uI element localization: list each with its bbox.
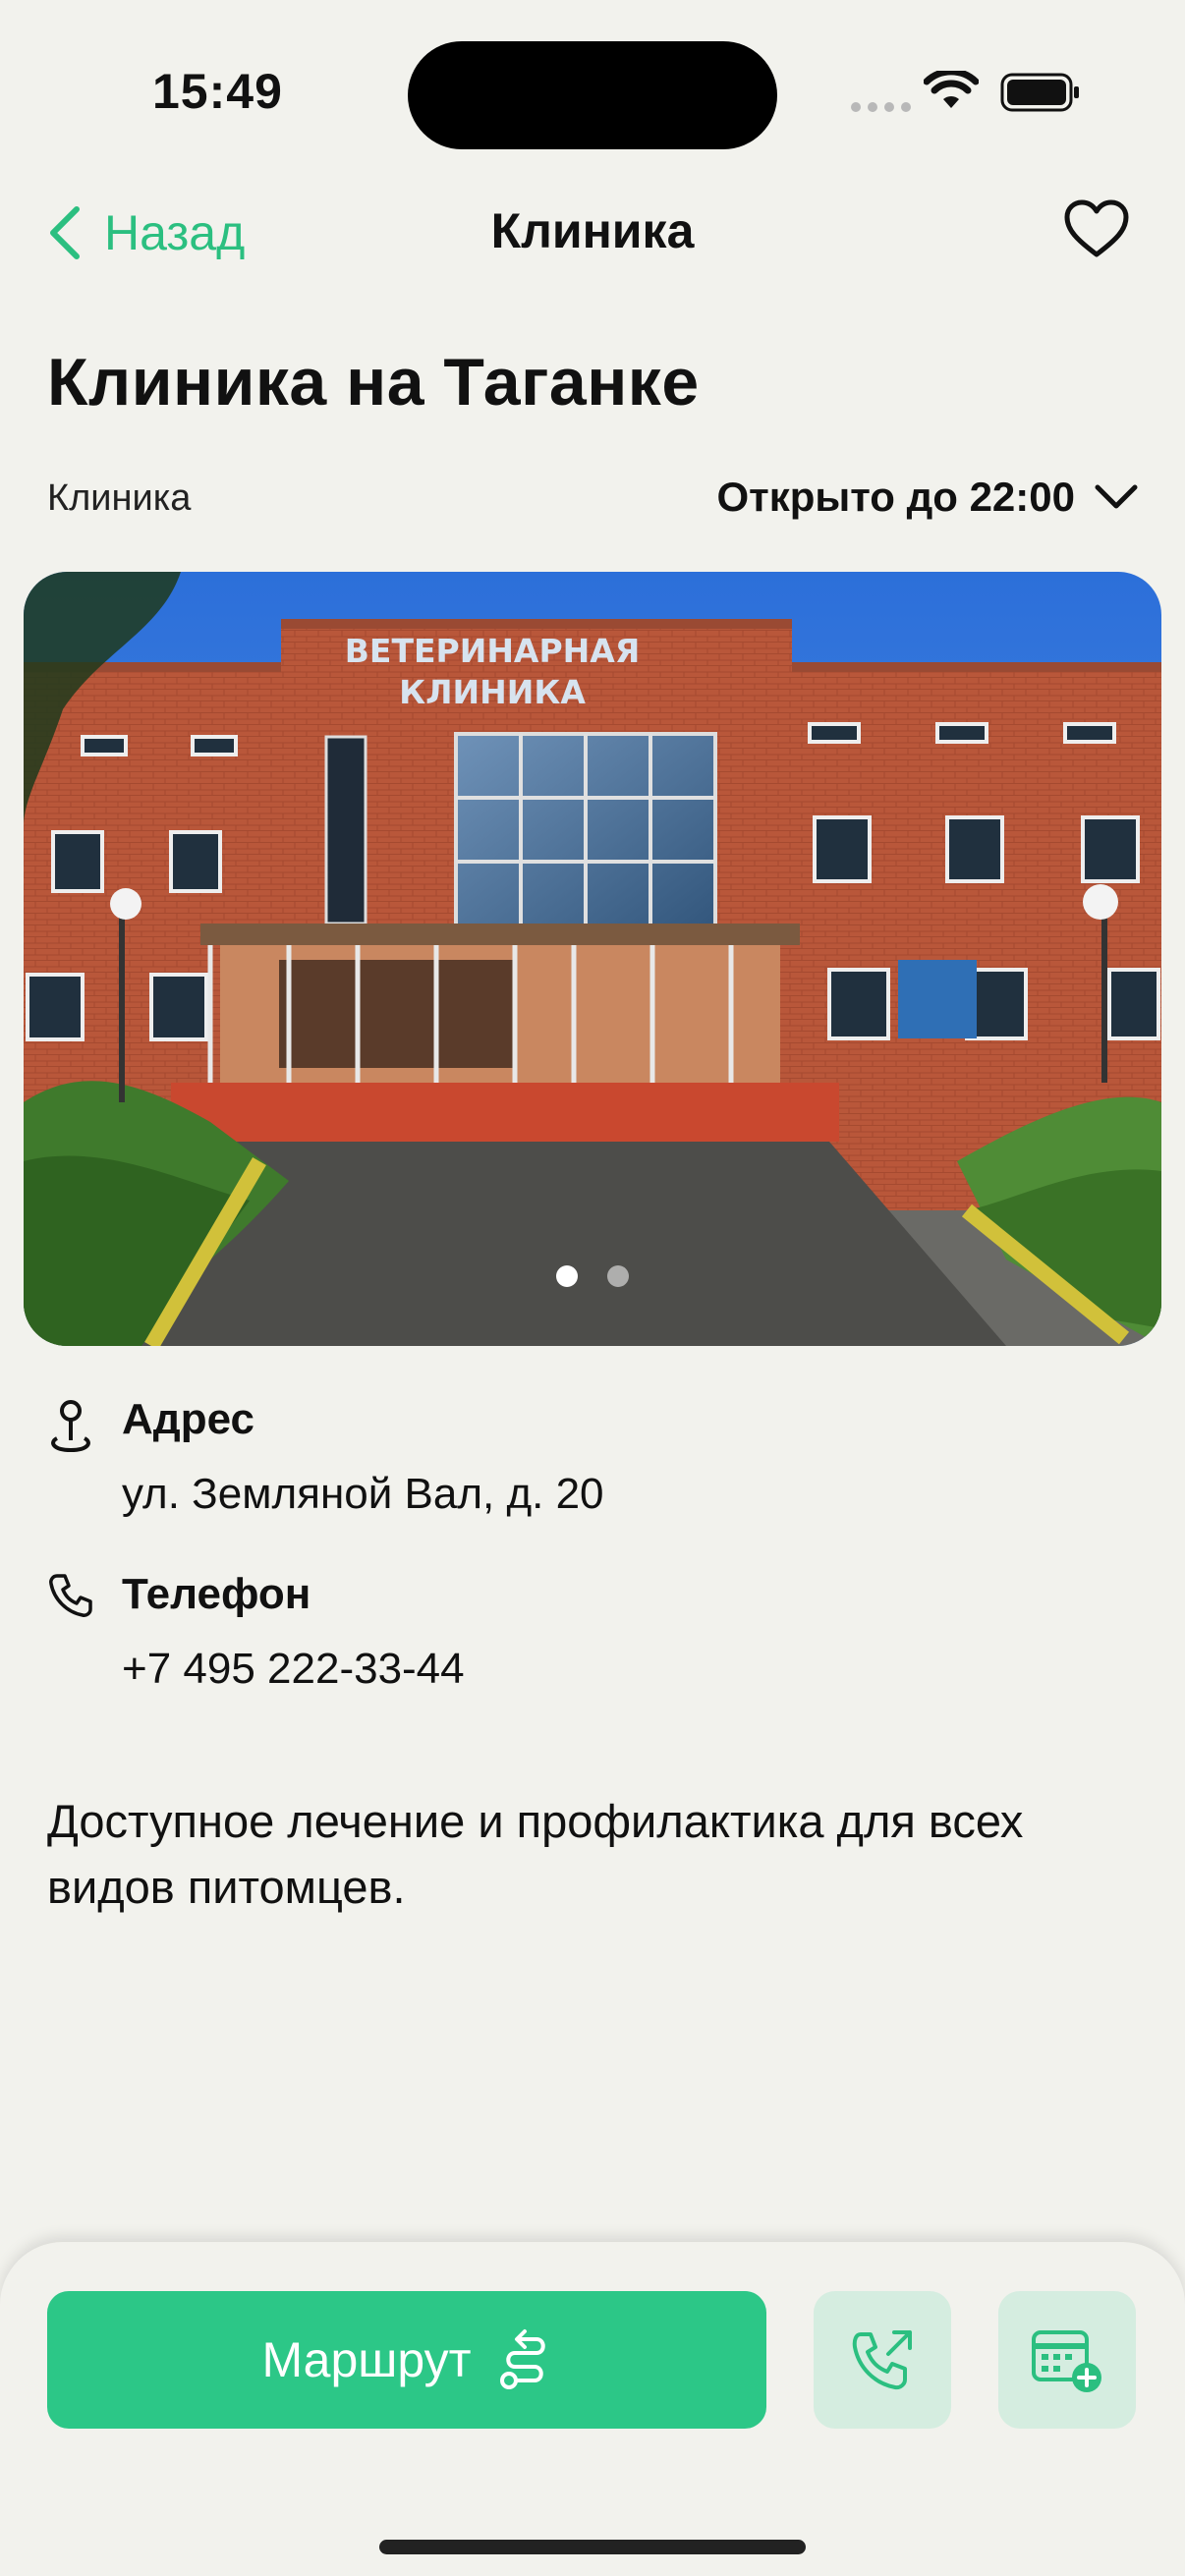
sign-text-1: ВЕТЕРИНАРНАЯ	[345, 632, 640, 670]
phone-value[interactable]: +7 495 222-33-44	[122, 1645, 465, 1694]
carousel-dot-1[interactable]	[556, 1265, 578, 1287]
subtitle-row: Клиника Открыто до 22:00	[47, 474, 1138, 529]
home-indicator[interactable]	[379, 2540, 806, 2554]
wifi-icon	[924, 71, 979, 108]
navigation-bar: Назад Клиника	[0, 187, 1185, 275]
dynamic-island	[408, 41, 777, 149]
address-label: Адрес	[122, 1395, 254, 1443]
phone-label: Телефон	[122, 1570, 311, 1618]
status-time: 15:49	[152, 64, 283, 119]
route-button-label: Маршрут	[261, 2332, 472, 2387]
sign-text-2: КЛИНИКА	[399, 673, 586, 711]
hours-dropdown[interactable]: Открыто до 22:00	[716, 474, 1138, 521]
clinic-photo-carousel[interactable]: ВЕТЕРИНАРНАЯ КЛИНИКА	[24, 572, 1161, 1346]
status-bar: 15:49	[0, 0, 1185, 187]
address-value[interactable]: ул. Земляной Вал, д. 20	[122, 1470, 604, 1519]
chevron-down-icon	[1095, 484, 1138, 509]
route-button[interactable]: Маршрут	[47, 2291, 766, 2429]
hours-text: Открыто до 22:00	[716, 474, 1075, 520]
phone-outgoing-icon	[852, 2330, 912, 2390]
calendar-add-icon	[1032, 2330, 1101, 2392]
phone-icon	[49, 1574, 92, 1617]
carousel-page-indicator[interactable]	[24, 1265, 1161, 1287]
clinic-photo: ВЕТЕРИНАРНАЯ КЛИНИКА	[24, 572, 1161, 1346]
book-appointment-button[interactable]	[998, 2291, 1136, 2429]
map-pin-icon	[51, 1400, 90, 1453]
heart-icon[interactable]	[1063, 198, 1130, 259]
clinic-category: Клиника	[47, 477, 192, 519]
address-section: Адрес ул. Земляной Вал, д. 20	[47, 1395, 1128, 1523]
call-button[interactable]	[814, 2291, 951, 2429]
carousel-dot-2[interactable]	[607, 1265, 629, 1287]
route-icon	[499, 2329, 545, 2389]
clinic-description: Доступное лечение и профилактика для все…	[47, 1795, 1024, 1913]
phone-section: Телефон +7 495 222-33-44	[47, 1570, 1128, 1698]
battery-icon	[1000, 73, 1079, 112]
nav-title: Клиника	[490, 203, 695, 258]
bottom-action-bar: Маршрут	[0, 2242, 1185, 2576]
signal-icon	[851, 102, 911, 112]
page-title: Клиника на Таганке	[47, 345, 700, 420]
